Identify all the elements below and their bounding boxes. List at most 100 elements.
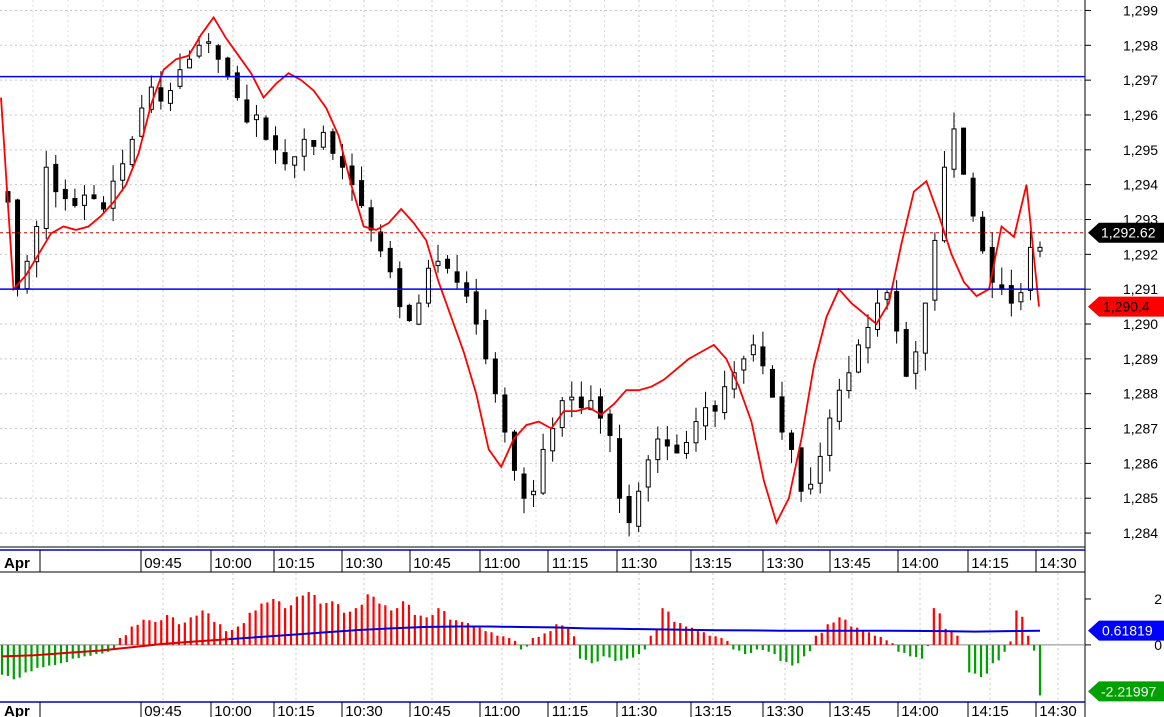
candle-body (1018, 292, 1024, 303)
candle-body (846, 372, 852, 392)
candle-body (683, 441, 689, 454)
price-tick-label: 1,294 (1123, 177, 1158, 193)
time-tick-label: 10:15 (277, 555, 315, 572)
candle-body (196, 44, 202, 57)
candle-body (445, 258, 451, 269)
time-tick-label: 14:15 (971, 703, 1009, 717)
candle-body (425, 267, 431, 304)
candle-body (531, 490, 537, 496)
red-line-tag-label: 1,290.4 (1103, 299, 1150, 315)
osc-signal-line-start (1, 638, 230, 658)
price-tick-label: 1,284 (1123, 525, 1158, 541)
candle-body (712, 405, 718, 412)
price-tick-label: 1,285 (1123, 490, 1158, 506)
candle-body (789, 432, 795, 450)
candle-body (617, 438, 623, 499)
candle-body (903, 329, 909, 377)
candle-body (855, 344, 861, 373)
candle-body (62, 188, 68, 200)
candle-body (607, 413, 613, 437)
time-tick-label: 14:00 (901, 555, 939, 572)
candle-body (282, 152, 288, 165)
month-label: Apr (4, 555, 30, 572)
candle-body (167, 90, 173, 104)
price-tick-label: 1,292 (1123, 246, 1158, 262)
candle-body (273, 135, 279, 151)
time-tick-label: 10:00 (214, 703, 252, 717)
candle-body (215, 45, 221, 60)
candle-body (244, 99, 250, 123)
price-tick-label: 1,298 (1123, 37, 1158, 53)
candle-body (808, 483, 814, 490)
candle-body (454, 271, 460, 283)
candle-body (15, 199, 21, 290)
time-tick-label: 09:45 (144, 703, 182, 717)
candle-body (703, 407, 709, 427)
time-tick-label: 13:30 (766, 703, 804, 717)
oscillator-panel: 200.61819-2.21997 (0, 573, 1164, 702)
candle-body (750, 344, 756, 356)
candle-body (664, 439, 670, 447)
candle-body (301, 138, 307, 157)
candle-body (626, 495, 632, 524)
time-tick-label: 11:30 (621, 555, 657, 572)
candle-body (817, 455, 823, 484)
time-tick-label: 13:45 (833, 555, 871, 572)
price-tick-label: 1,299 (1123, 2, 1158, 18)
candle-body (636, 490, 642, 527)
candle-body (473, 291, 479, 325)
candle-body (483, 319, 489, 360)
price-tick-label: 1,288 (1123, 386, 1158, 402)
price-tick-label: 1,286 (1123, 455, 1158, 471)
month-label: Apr (4, 703, 30, 717)
candle-body (865, 327, 871, 349)
time-tick-label: 13:45 (833, 703, 871, 717)
candle-body (129, 138, 135, 166)
chart-canvas: 1,284 1,285 1,286 1,287 1,288 1,289 1,290 1,291… (0, 0, 1164, 717)
candle-body (502, 394, 508, 433)
time-axis-bottom: Apr 09:45 10:00 10:15 10:30 10:45 11:00 11:15 11… (0, 701, 1085, 717)
time-tick-label: 13:15 (694, 703, 732, 717)
candle-body (225, 57, 231, 78)
candle-body (320, 131, 326, 148)
candle-body (827, 417, 833, 456)
price-tick-label: 1,296 (1123, 107, 1158, 123)
candle-body (81, 194, 87, 206)
candle-body (387, 247, 393, 273)
candle-body (693, 421, 699, 444)
candle-body (645, 459, 651, 488)
red-price-line (0, 15, 1040, 526)
candle-body (1008, 285, 1014, 304)
candle-body (359, 180, 365, 207)
candle-body (101, 202, 107, 210)
time-tick-label: 13:15 (694, 555, 732, 572)
candle-body (550, 428, 556, 452)
candle-body (378, 231, 384, 252)
candle-body (1037, 246, 1043, 252)
candle-body (263, 117, 269, 140)
time-tick-label: 11:30 (621, 703, 657, 717)
osc-signal-tag-label: 0.61819 (1102, 623, 1153, 639)
time-tick-label: 10:45 (413, 703, 451, 717)
candle-body (875, 302, 881, 330)
candle-body (253, 114, 259, 121)
price-tick-label: 1,290 (1123, 316, 1158, 332)
candle-body (769, 368, 775, 398)
candle-body (980, 216, 986, 252)
time-tick-label: 10:30 (345, 703, 383, 717)
candle-body (836, 389, 842, 422)
candle-body (311, 140, 317, 147)
candle-body (330, 131, 336, 154)
candle-body (1027, 246, 1033, 291)
candle-body (521, 473, 527, 499)
time-tick-label: 10:00 (214, 555, 252, 572)
time-tick-label: 10:15 (277, 703, 315, 717)
candle-body (760, 346, 766, 367)
candle-body (540, 448, 546, 494)
candle-body (932, 239, 938, 301)
time-tick-label: 11:00 (484, 555, 520, 572)
candle-body (578, 396, 584, 409)
time-tick-label: 13:30 (766, 555, 804, 572)
price-tick-label: 1,289 (1123, 351, 1158, 367)
price-tick-label: 1,287 (1123, 421, 1158, 437)
